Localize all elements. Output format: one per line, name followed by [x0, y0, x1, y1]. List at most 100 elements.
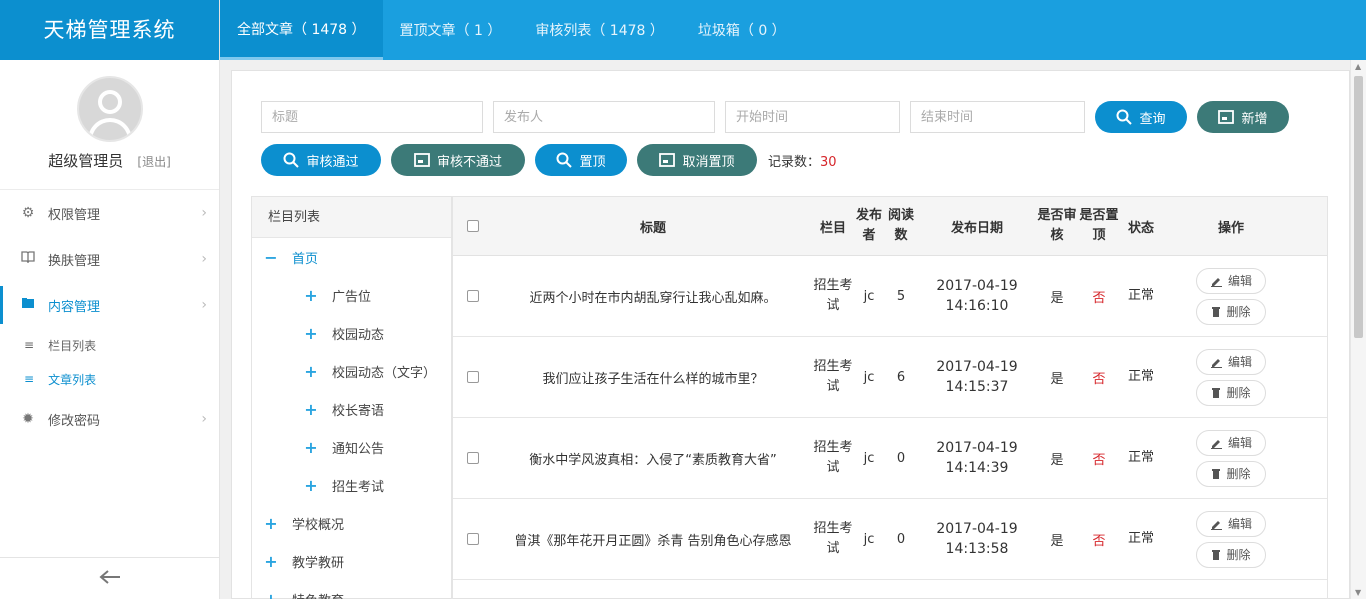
edit-button[interactable]: 编辑	[1196, 267, 1266, 294]
tree-node-school-overview[interactable]: + 学校概况	[252, 504, 451, 542]
tab-pinned-articles[interactable]: 置顶文章（ 1 ）	[383, 0, 519, 60]
reject-button-label: 审核不通过	[436, 154, 502, 170]
row-date: 2017-04-19 14:16:10	[917, 256, 1037, 336]
tab-trash[interactable]: 垃圾箱（ 0 ）	[681, 0, 803, 60]
tree-node-home[interactable]: − 首页	[252, 238, 451, 276]
row-title[interactable]: 曾淇《那年花开月正圆》杀青 告别角色心存感恩	[493, 499, 813, 579]
row-pinned: 否	[1092, 371, 1106, 387]
menu-item-skins[interactable]: 换肤管理 ›	[0, 236, 219, 282]
delete-button[interactable]: 删除	[1196, 298, 1266, 325]
menu-item-permissions[interactable]: ⚙ 权限管理 ›	[0, 190, 219, 236]
row-title[interactable]: 衡水中学风波真相：入侵了“素质教育大省”	[493, 418, 813, 498]
plus-icon[interactable]: +	[302, 324, 320, 343]
end-time-input[interactable]	[910, 101, 1085, 133]
plus-icon[interactable]: +	[262, 552, 280, 571]
pin-button[interactable]: 置顶	[535, 144, 627, 176]
arrow-left-icon	[98, 566, 121, 591]
plus-icon[interactable]: +	[302, 362, 320, 381]
reject-button[interactable]: 审核不通过	[391, 144, 525, 176]
row-date-day: 2017-04-19	[936, 278, 1018, 294]
edit-button-label: 编辑	[1227, 517, 1252, 531]
submenu-item-columns[interactable]: ≡ 栏目列表	[0, 328, 219, 362]
row-status: 正常	[1127, 450, 1154, 465]
tab-all-articles[interactable]: 全部文章（ 1478 ）	[220, 0, 383, 60]
column-tree: 栏目列表 − 首页 + 广告位 + 校园动态 + 校园动态（文字） + 校长寄语…	[251, 196, 452, 599]
row-publisher: jc	[863, 369, 875, 385]
row-title[interactable]: 我们应让孩子生活在什么样的城市里？	[493, 337, 813, 417]
menu-item-content[interactable]: 内容管理 ›	[0, 282, 219, 328]
logout-link[interactable]: [退出]	[137, 155, 170, 169]
row-date: 2017-04-19 14:15:37	[917, 337, 1037, 417]
title-input[interactable]	[261, 101, 483, 133]
row-title[interactable]: 近两个小时在市内胡乱穿行让我心乱如麻。	[493, 256, 813, 336]
edit-button[interactable]: 编辑	[1196, 429, 1266, 456]
record-count-value: 30	[820, 154, 837, 170]
trash-icon	[1211, 387, 1221, 399]
header-reads: 阅读数	[887, 208, 914, 243]
edit-button[interactable]: 编辑	[1196, 510, 1266, 537]
plus-icon[interactable]: +	[302, 400, 320, 419]
tree-node-admissions[interactable]: + 招生考试	[252, 466, 451, 504]
plus-icon[interactable]: +	[302, 476, 320, 495]
gear-icon: ⚙	[21, 205, 35, 221]
row-checkbox[interactable]	[467, 371, 479, 383]
menu-item-label: 内容管理	[48, 299, 101, 315]
plus-icon[interactable]: +	[302, 286, 320, 305]
select-all-checkbox[interactable]	[467, 220, 479, 232]
row-checkbox[interactable]	[467, 533, 479, 545]
row-reads: 6	[896, 369, 906, 385]
row-status: 正常	[1127, 369, 1154, 384]
submenu-item-label: 文章列表	[48, 372, 97, 387]
header-date: 发布日期	[950, 220, 1003, 236]
plus-icon[interactable]: +	[302, 438, 320, 457]
article-table: 标题 栏目 发布者 阅读数 发布日期 是否审核 是否置顶 状态 操作 近两个小时…	[452, 196, 1328, 599]
search-button[interactable]: 查询	[1095, 101, 1187, 133]
tree-node-campus-news-text[interactable]: + 校园动态（文字）	[252, 352, 451, 390]
minus-icon[interactable]: −	[262, 248, 280, 267]
delete-button[interactable]: 删除	[1196, 460, 1266, 487]
scroll-down-arrow-icon[interactable]: ▼	[1355, 588, 1361, 597]
header-title: 标题	[639, 220, 666, 236]
tree-node-notices[interactable]: + 通知公告	[252, 428, 451, 466]
edit-button[interactable]: 编辑	[1196, 348, 1266, 375]
delete-button[interactable]: 删除	[1196, 541, 1266, 568]
tree-node-campus-news[interactable]: + 校园动态	[252, 314, 451, 352]
menu-item-password[interactable]: ✹ 修改密码 ›	[0, 396, 219, 442]
collapse-sidebar-button[interactable]	[0, 557, 219, 599]
add-button[interactable]: 新增	[1197, 101, 1289, 133]
tree-node-principal-message[interactable]: + 校长寄语	[252, 390, 451, 428]
chevron-right-icon: ›	[201, 411, 207, 427]
submenu-item-articles[interactable]: ≡ 文章列表	[0, 362, 219, 396]
pencil-icon	[1210, 275, 1223, 287]
delete-button[interactable]: 删除	[1196, 379, 1266, 406]
header-column: 栏目	[819, 220, 846, 236]
row-ops: 编辑 删除	[1161, 256, 1301, 336]
menu-item-label: 权限管理	[48, 207, 101, 223]
row-checkbox[interactable]	[467, 452, 479, 464]
scrollbar-thumb[interactable]	[1354, 76, 1363, 338]
tree-node-special-education[interactable]: + 特色教育	[252, 580, 451, 599]
scroll-up-arrow-icon[interactable]: ▲	[1355, 62, 1361, 71]
approve-button[interactable]: 审核通过	[261, 144, 381, 176]
header-publisher: 发布者	[855, 208, 882, 243]
row-checkbox-cell	[453, 499, 493, 579]
plus-icon[interactable]: +	[262, 590, 280, 599]
publisher-input[interactable]	[493, 101, 715, 133]
row-status: 正常	[1127, 288, 1154, 303]
row-reads: 0	[896, 450, 906, 466]
plus-icon[interactable]: +	[262, 514, 280, 533]
pencil-icon	[1210, 437, 1223, 449]
chevron-right-icon: ›	[201, 297, 207, 313]
search-icon	[556, 152, 573, 168]
tree-node-teaching-research[interactable]: + 教学教研	[252, 542, 451, 580]
window-icon	[1218, 110, 1235, 124]
pin-button-label: 置顶	[579, 154, 606, 170]
tab-audit-list[interactable]: 审核列表（ 1478 ）	[518, 0, 681, 60]
unpin-button[interactable]: 取消置顶	[637, 144, 757, 176]
page-scrollbar[interactable]: ▲ ▼	[1350, 60, 1366, 599]
row-checkbox[interactable]	[467, 290, 479, 302]
start-time-input[interactable]	[725, 101, 900, 133]
chevron-right-icon: ›	[201, 205, 207, 221]
row-checkbox-cell	[453, 256, 493, 336]
tree-node-ads[interactable]: + 广告位	[252, 276, 451, 314]
